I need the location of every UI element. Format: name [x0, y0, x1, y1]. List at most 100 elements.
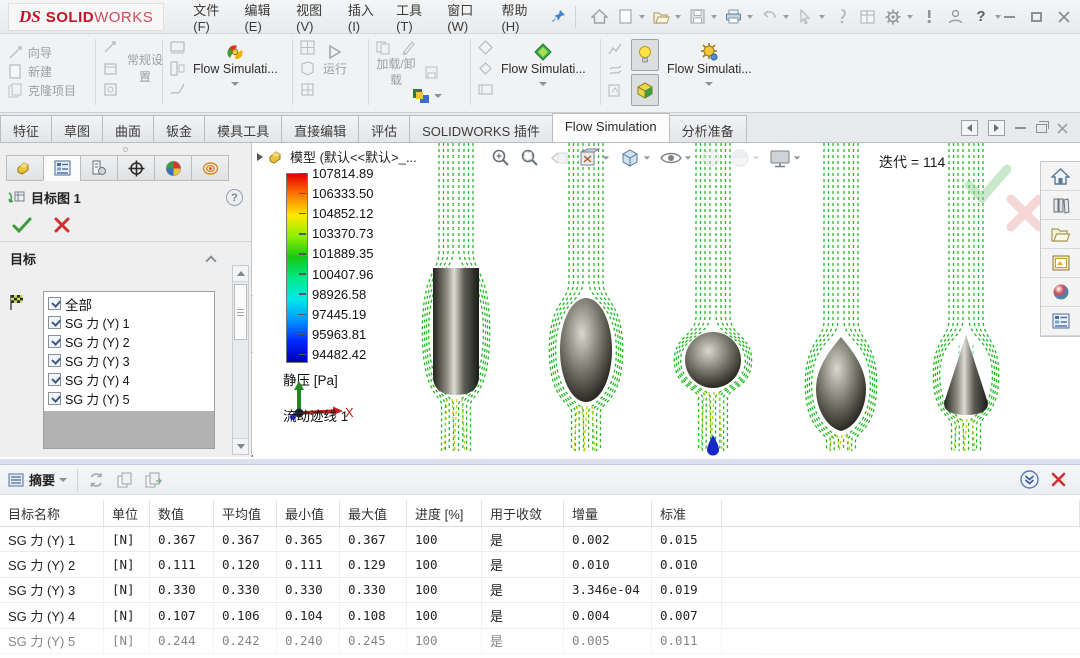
- load-unload-button[interactable]: 加载/卸载: [376, 57, 442, 88]
- tab-mold-tools[interactable]: 模具工具: [204, 115, 282, 142]
- goal-item-sg-force-y5[interactable]: SG 力 (Y) 5: [44, 389, 214, 408]
- view-orientation-cube-icon[interactable]: [619, 147, 651, 169]
- tab-analysis-preparation[interactable]: 分析准备: [669, 115, 747, 142]
- flow-simulation-caret-3[interactable]: [705, 82, 713, 86]
- select-caret-icon[interactable]: [819, 15, 825, 19]
- flow-simulation-caret-2[interactable]: [539, 82, 547, 86]
- feature-tree-root-node[interactable]: 模型 (默认<<默认>_...: [257, 147, 417, 166]
- close-document-icon[interactable]: [1057, 123, 1068, 134]
- checkbox-checked-icon[interactable]: [48, 373, 61, 386]
- minimize-window-icon[interactable]: [1004, 16, 1015, 18]
- undo-caret-icon[interactable]: [783, 15, 789, 19]
- home-icon[interactable]: [586, 5, 612, 29]
- scroll-up-icon[interactable]: [233, 266, 248, 282]
- clone-project-button[interactable]: 克隆项目: [8, 82, 76, 99]
- options-caret-icon[interactable]: [907, 15, 913, 19]
- goal-item-all[interactable]: 全部: [44, 294, 214, 313]
- save-caret-icon[interactable]: [711, 15, 717, 19]
- design-library-icon[interactable]: [1041, 191, 1080, 220]
- flow-simulation-dropdown-3[interactable]: Flow Simulati...: [667, 39, 752, 106]
- tab-display-manager[interactable]: [154, 155, 192, 181]
- close-panel-icon[interactable]: [1051, 472, 1066, 487]
- flow-simulation-dropdown-2[interactable]: Flow Simulati...: [501, 40, 586, 97]
- new-project-button[interactable]: 新建: [8, 63, 76, 80]
- tab-sketch[interactable]: 草图: [51, 115, 103, 142]
- help-icon[interactable]: ?: [968, 5, 994, 29]
- confirm-cancel-overlay-icon[interactable]: [1005, 193, 1045, 233]
- file-explorer-icon[interactable]: [1041, 220, 1080, 249]
- goals-section-header[interactable]: 目标: [0, 242, 251, 272]
- lightbulb-toggle-button[interactable]: [631, 39, 659, 71]
- open-icon[interactable]: [648, 5, 674, 29]
- scroll-tabs-right-icon[interactable]: [988, 120, 1005, 136]
- tab-direct-editing[interactable]: 直接编辑: [281, 115, 359, 142]
- previous-view-icon[interactable]: [549, 149, 569, 167]
- goal-item-sg-force-y4[interactable]: SG 力 (Y) 4: [44, 370, 214, 389]
- checkbox-checked-icon[interactable]: [48, 354, 61, 367]
- summary-dropdown-label[interactable]: 摘要: [29, 470, 55, 489]
- checkbox-checked-icon[interactable]: [48, 335, 61, 348]
- tab-sheet-metal[interactable]: 钣金: [153, 115, 205, 142]
- flow-simulation-dropdown-1[interactable]: Flow Simulati...: [193, 40, 278, 97]
- appearances-sphere-icon[interactable]: [1041, 278, 1080, 307]
- collapse-section-icon[interactable]: [205, 255, 216, 266]
- pin-menu-icon[interactable]: [549, 5, 570, 29]
- run-button[interactable]: 运行: [323, 40, 347, 97]
- help-circle-icon[interactable]: ?: [226, 189, 243, 206]
- new-document-icon[interactable]: [612, 5, 638, 29]
- view-palette-icon[interactable]: [1041, 249, 1080, 278]
- goal-item-sg-force-y2[interactable]: SG 力 (Y) 2: [44, 332, 214, 351]
- zoom-to-area-icon[interactable]: [520, 148, 540, 168]
- view-settings-monitor-icon[interactable]: [769, 149, 801, 168]
- tab-features[interactable]: 特征: [0, 115, 52, 142]
- panel-grab-handle[interactable]: [0, 143, 251, 155]
- alert-icon[interactable]: [916, 5, 942, 29]
- wizard-button[interactable]: 向导: [8, 44, 76, 61]
- maximize-window-icon[interactable]: [1031, 12, 1042, 22]
- tab-configuration-manager[interactable]: [80, 155, 118, 181]
- restore-document-icon[interactable]: [1036, 124, 1047, 133]
- goal-item-sg-force-y1[interactable]: SG 力 (Y) 1: [44, 313, 214, 332]
- refresh-icon[interactable]: [88, 472, 105, 488]
- ok-check-icon[interactable]: [12, 217, 32, 233]
- roll-down-circle-icon[interactable]: [1020, 470, 1039, 489]
- tab-flow-simulation[interactable]: Flow Simulation: [552, 113, 670, 142]
- section-view-icon[interactable]: [578, 148, 610, 168]
- goal-item-sg-force-y3[interactable]: SG 力 (Y) 3: [44, 351, 214, 370]
- new-document-caret-icon[interactable]: [639, 15, 645, 19]
- rebuild-icon[interactable]: [828, 5, 854, 29]
- copy-icon[interactable]: [117, 472, 133, 488]
- print-caret-icon[interactable]: [747, 15, 753, 19]
- panel-scrollbar[interactable]: [232, 265, 249, 455]
- tab-property-manager[interactable]: [43, 155, 81, 181]
- geometry-display-toggle-button[interactable]: [631, 74, 659, 106]
- tab-feature-manager[interactable]: [6, 155, 44, 181]
- batch-results-caret[interactable]: [434, 94, 442, 98]
- undo-icon[interactable]: [756, 5, 782, 29]
- close-window-icon[interactable]: [1058, 11, 1070, 23]
- user-account-icon[interactable]: [942, 5, 968, 29]
- save-icon[interactable]: [684, 5, 710, 29]
- custom-properties-icon[interactable]: [1041, 307, 1080, 336]
- minimize-document-icon[interactable]: [1015, 127, 1026, 129]
- batch-results-icon[interactable]: [412, 88, 430, 104]
- tab-dimxpert-manager[interactable]: [117, 155, 155, 181]
- open-caret-icon[interactable]: [675, 15, 681, 19]
- apply-scene-icon[interactable]: [730, 148, 760, 168]
- summary-caret-icon[interactable]: [59, 478, 67, 482]
- tab-solidworks-addins[interactable]: SOLIDWORKS 插件: [409, 115, 553, 142]
- edit-appearance-icon[interactable]: [701, 148, 721, 168]
- tab-flow-simulation-tree[interactable]: [191, 155, 229, 181]
- checkbox-checked-icon[interactable]: [48, 316, 61, 329]
- help-caret-icon[interactable]: [995, 15, 1001, 19]
- flow-simulation-caret-1[interactable]: [231, 82, 239, 86]
- print-icon[interactable]: [720, 5, 746, 29]
- copy-as-icon[interactable]: [145, 472, 162, 488]
- general-settings-button[interactable]: 常规设置: [124, 40, 166, 97]
- zoom-to-fit-icon[interactable]: [491, 148, 511, 168]
- tab-evaluate[interactable]: 评估: [358, 115, 410, 142]
- expand-tree-icon[interactable]: [257, 153, 263, 161]
- tab-surfaces[interactable]: 曲面: [102, 115, 154, 142]
- hide-show-items-eye-icon[interactable]: [660, 150, 692, 166]
- scrollbar-thumb[interactable]: [234, 284, 247, 340]
